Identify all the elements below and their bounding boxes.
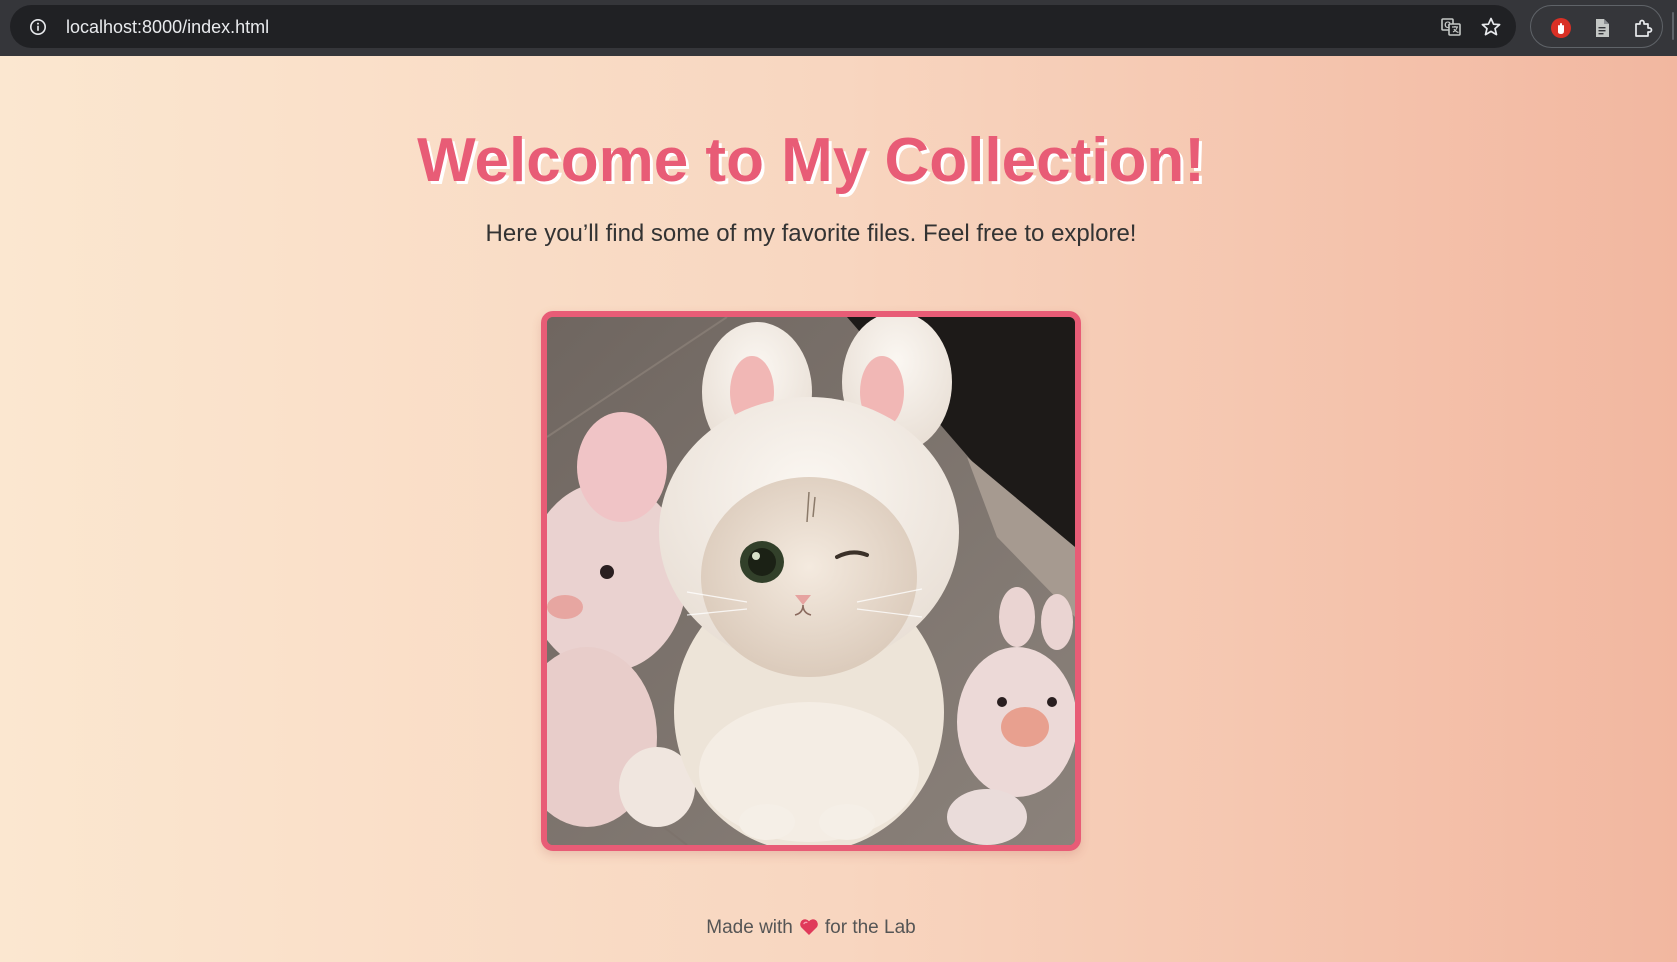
footer-suffix: for the Lab	[824, 917, 916, 938]
url-text[interactable]: localhost:8000/index.html	[66, 18, 269, 36]
address-bar[interactable]: localhost:8000/index.html G	[10, 5, 1516, 48]
toolbar-edge	[1672, 12, 1674, 40]
translate-icon[interactable]: G	[1440, 16, 1462, 38]
extensions-area	[1530, 5, 1663, 48]
page-footer: Made with for the Lab	[0, 917, 1622, 939]
page-body: Welcome to My Collection! Here you’ll fi…	[0, 56, 1677, 962]
page-subtitle: Here you’ll find some of my favorite fil…	[485, 220, 1137, 247]
star-icon[interactable]	[1480, 16, 1502, 38]
footer-prefix: Made with	[706, 917, 793, 938]
info-icon[interactable]	[29, 18, 47, 36]
featured-photo[interactable]	[541, 311, 1081, 851]
browser-toolbar: localhost:8000/index.html G	[0, 0, 1677, 57]
page-title: Welcome to My Collection!	[417, 126, 1205, 195]
adblock-icon[interactable]	[1550, 17, 1572, 39]
cat-photo-image	[547, 317, 1075, 845]
extensions-icon[interactable]	[1632, 17, 1654, 39]
document-icon[interactable]	[1591, 17, 1613, 39]
heart-icon	[800, 919, 818, 935]
